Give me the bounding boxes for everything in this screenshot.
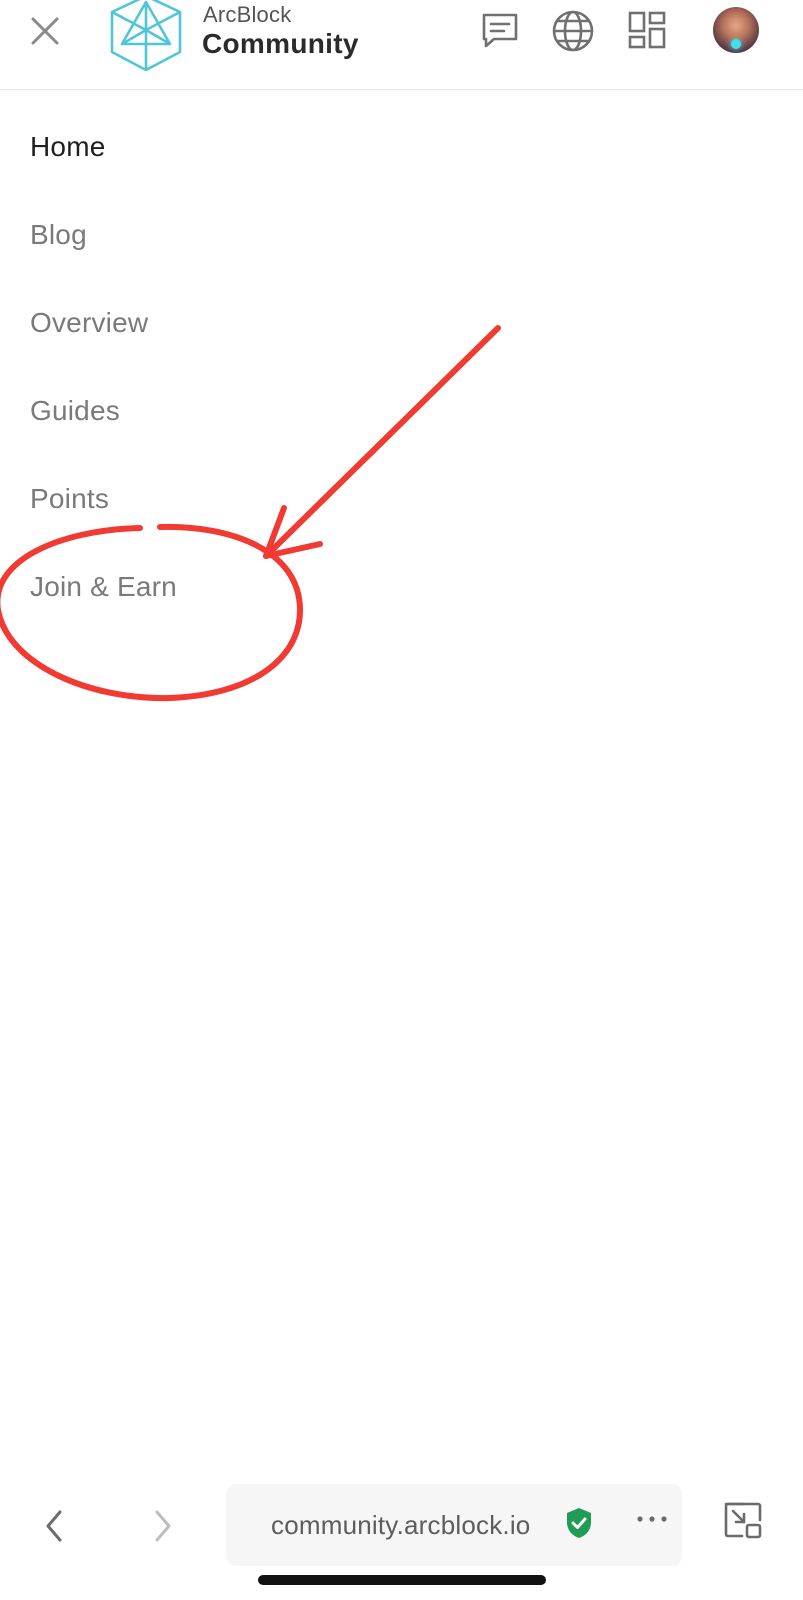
pip-icon[interactable]: [722, 1500, 764, 1542]
apps-grid-icon[interactable]: [626, 9, 670, 53]
app-header: ArcBlock Community: [0, 0, 803, 90]
annotation-arrow-head: [263, 505, 323, 559]
menu-item-guides[interactable]: Guides: [30, 395, 120, 427]
annotation-overlay: [0, 325, 501, 702]
home-indicator: [258, 1575, 546, 1585]
avatar-glow: [731, 39, 741, 49]
forward-icon[interactable]: [145, 1506, 181, 1546]
annotation-arrow-shaft: [263, 325, 501, 559]
address-bar[interactable]: community.arcblock.io: [226, 1484, 682, 1566]
page: ArcBlock Community Home Blog Overview Gu…: [0, 0, 803, 1600]
menu-item-home[interactable]: Home: [30, 131, 106, 163]
secure-shield-icon: [567, 1508, 591, 1538]
avatar[interactable]: [713, 7, 759, 53]
more-icon[interactable]: [632, 1504, 672, 1534]
menu-item-points[interactable]: Points: [30, 483, 109, 515]
chat-icon[interactable]: [478, 9, 522, 53]
menu-item-overview[interactable]: Overview: [30, 307, 148, 339]
brand-name-bottom: Community: [202, 28, 359, 59]
menu-item-join-earn[interactable]: Join & Earn: [30, 571, 177, 603]
url-text: community.arcblock.io: [271, 1510, 531, 1540]
annotation-circle: [0, 523, 303, 702]
back-icon[interactable]: [36, 1506, 72, 1546]
logo-icon: [110, 0, 182, 72]
menu-item-blog[interactable]: Blog: [30, 219, 87, 251]
globe-icon[interactable]: [551, 9, 595, 53]
close-icon[interactable]: [28, 14, 62, 48]
brand-name-top: ArcBlock: [203, 2, 292, 27]
